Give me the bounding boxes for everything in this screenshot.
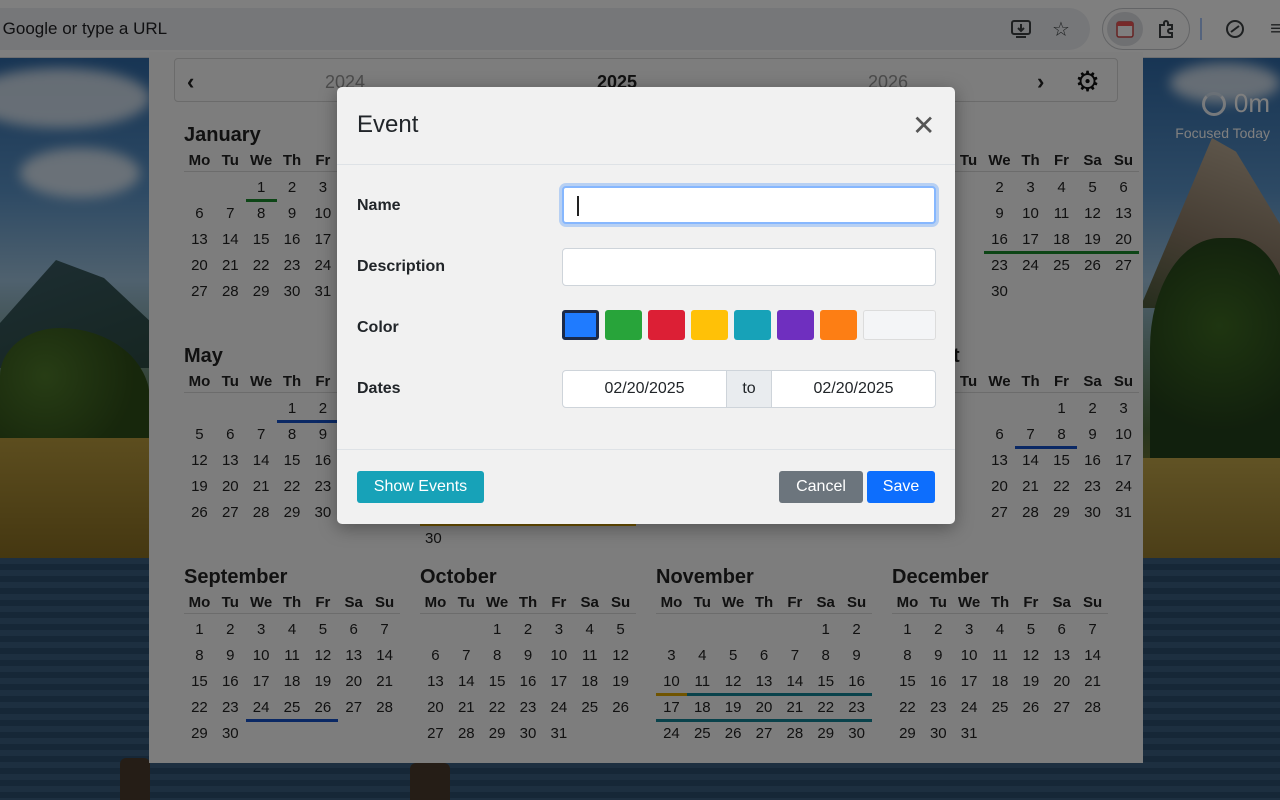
text-caret	[577, 196, 579, 216]
modal-footer-divider	[337, 449, 955, 450]
color-swatch[interactable]	[820, 310, 857, 340]
color-swatch[interactable]	[648, 310, 685, 340]
modal-title: Event	[357, 111, 419, 138]
name-label: Name	[357, 197, 401, 214]
color-swatch[interactable]	[562, 310, 599, 340]
save-button[interactable]: Save	[867, 471, 935, 503]
description-input[interactable]	[562, 248, 936, 286]
color-swatch[interactable]	[605, 310, 642, 340]
close-icon[interactable]: ✕	[912, 109, 935, 142]
end-date-input[interactable]: 02/20/2025	[772, 371, 935, 407]
name-input[interactable]	[562, 186, 936, 224]
color-swatch[interactable]	[777, 310, 814, 340]
color-swatch-group	[562, 310, 936, 340]
date-range-separator: to	[726, 371, 772, 407]
color-swatch[interactable]	[691, 310, 728, 340]
event-modal: Event ✕ Name Description Color Dates 02/…	[337, 87, 955, 524]
date-range-group: 02/20/2025 to 02/20/2025	[562, 370, 936, 408]
color-label: Color	[357, 319, 399, 336]
cancel-button[interactable]: Cancel	[779, 471, 863, 503]
description-label: Description	[357, 258, 446, 275]
color-swatch[interactable]	[863, 310, 936, 340]
color-swatch[interactable]	[734, 310, 771, 340]
start-date-input[interactable]: 02/20/2025	[563, 371, 726, 407]
show-events-button[interactable]: Show Events	[357, 471, 484, 503]
dates-label: Dates	[357, 380, 401, 397]
modal-header: Event ✕	[337, 87, 955, 165]
